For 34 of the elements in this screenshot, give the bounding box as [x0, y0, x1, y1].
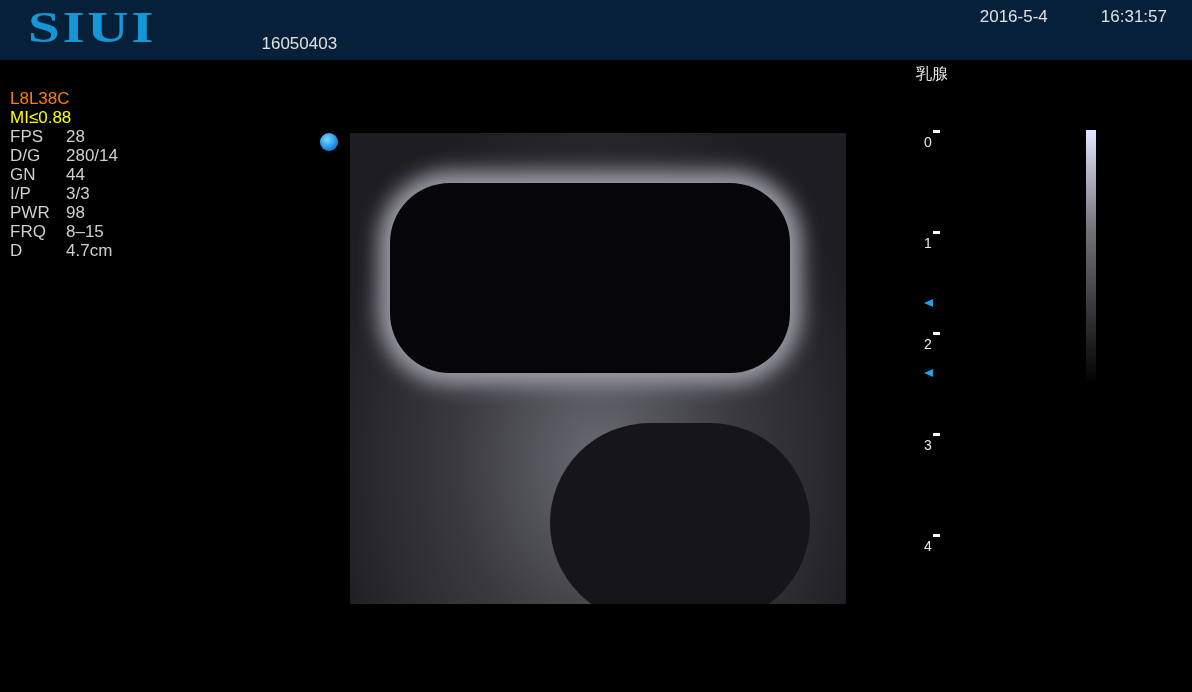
time-text: 16:31:57 — [1100, 7, 1167, 27]
date-text: 2016-5-4 — [979, 7, 1048, 27]
parameter-value: 4.7cm — [66, 241, 113, 260]
depth-label: 0 — [924, 134, 932, 150]
depth-tick — [933, 534, 940, 537]
logo: SIUI — [28, 6, 157, 50]
parameter-label: D — [10, 241, 24, 260]
parameter-label: PWR — [10, 203, 51, 222]
parameter-label: GN — [10, 165, 37, 184]
depth-label: 3 — [924, 437, 932, 453]
parameter-label: I/P — [10, 184, 32, 203]
depth-tick — [933, 433, 940, 436]
depth-tick — [933, 130, 940, 133]
preset-label: 乳腺 — [916, 64, 948, 84]
depth-tick — [933, 231, 940, 234]
parameter-label: D/G — [10, 146, 42, 165]
focus-marker-icon — [924, 299, 933, 307]
patient-id: 16050403 — [261, 34, 338, 54]
parameter-value: 44 — [66, 165, 85, 184]
depth-label: 2 — [924, 336, 932, 352]
parameter-value: 28 — [66, 127, 85, 146]
parameter-label: FPS — [10, 127, 45, 146]
mechanical-index: MI≤0.88 — [10, 108, 72, 127]
focus-marker-icon — [924, 369, 933, 377]
parameter-value: 8–15 — [66, 222, 104, 241]
parameter-value: 98 — [66, 203, 85, 222]
parameter-value: 3/3 — [66, 184, 90, 203]
depth-tick — [933, 332, 940, 335]
probe-name: L8L38C — [10, 89, 70, 108]
depth-label: 4 — [924, 538, 932, 554]
orientation-marker-icon — [320, 133, 338, 151]
depth-label: 1 — [924, 235, 932, 251]
parameter-label: FRQ — [10, 222, 47, 241]
parameter-value: 280/14 — [66, 146, 118, 165]
